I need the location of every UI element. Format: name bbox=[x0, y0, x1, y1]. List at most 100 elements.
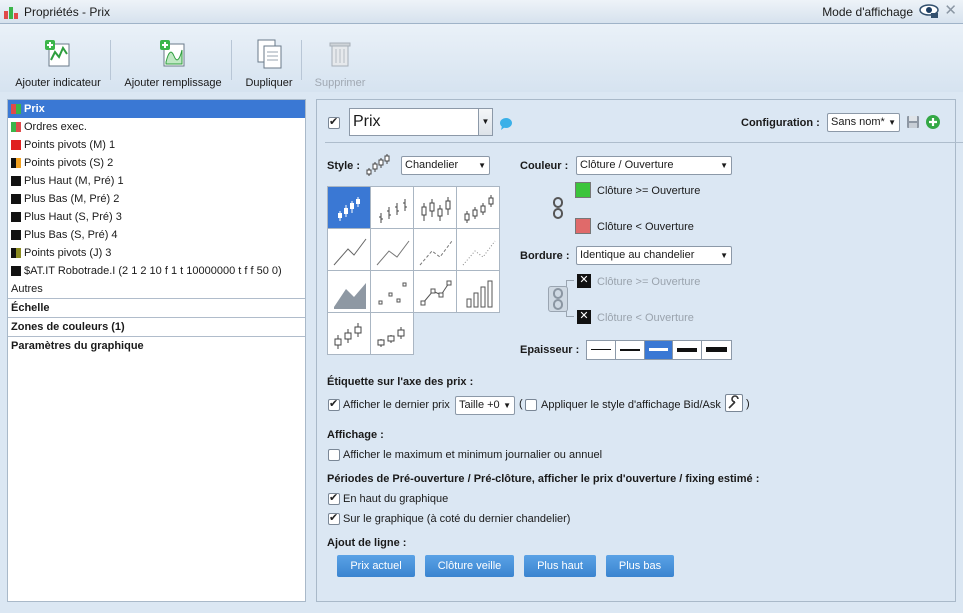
style-select[interactable]: Chandelier ▼ bbox=[401, 156, 490, 175]
chevron-down-icon: ▼ bbox=[888, 118, 896, 127]
list-item[interactable]: Ordres exec. bbox=[8, 118, 305, 136]
thickness-option-5[interactable] bbox=[702, 341, 731, 359]
border-up-label: Clôture >= Ouverture bbox=[597, 276, 701, 288]
border-down-label: Clôture < Ouverture bbox=[597, 312, 694, 324]
on-chart-checkbox[interactable] bbox=[328, 511, 340, 525]
list-item-label: Plus Bas (M, Pré) 2 bbox=[24, 193, 120, 205]
series-name-field[interactable]: Prix ▼ bbox=[349, 108, 493, 136]
toolbar-separator bbox=[110, 40, 111, 80]
line-thin-icon bbox=[376, 240, 410, 266]
thickness-selector bbox=[586, 340, 732, 360]
chevron-down-icon[interactable]: ▼ bbox=[478, 109, 492, 135]
close-icon[interactable]: ✕ bbox=[944, 3, 957, 19]
delete-button[interactable]: Supprimer bbox=[313, 38, 367, 89]
style-option-line-dotted[interactable] bbox=[456, 228, 500, 271]
style-option-line[interactable] bbox=[327, 228, 371, 271]
top-of-chart-checkbox[interactable] bbox=[328, 491, 340, 505]
add-fill-button[interactable]: Ajouter remplissage bbox=[124, 38, 222, 89]
section-chart-settings[interactable]: Paramètres du graphique bbox=[8, 336, 305, 355]
list-item[interactable]: Prix bbox=[8, 100, 305, 118]
couleur-select[interactable]: Clôture / Ouverture ▼ bbox=[576, 156, 732, 175]
affichage-heading: Affichage : bbox=[327, 429, 384, 441]
list-item[interactable]: Points pivots (M) 1 bbox=[8, 136, 305, 154]
trash-icon bbox=[329, 42, 351, 67]
candles-trend-icon bbox=[464, 195, 494, 223]
eye-icon[interactable] bbox=[919, 3, 939, 19]
chevron-down-icon: ▼ bbox=[503, 401, 511, 410]
section-color-zones[interactable]: Zones de couleurs (1) bbox=[8, 317, 305, 336]
thickness-option-3[interactable] bbox=[644, 341, 674, 359]
style-option-candles-trend[interactable] bbox=[456, 186, 500, 229]
add-indicator-button[interactable]: Ajouter indicateur bbox=[14, 38, 102, 89]
link-chain-disabled-icon[interactable] bbox=[548, 286, 568, 312]
duplicate-button[interactable]: Dupliquer bbox=[244, 38, 294, 89]
link-chain-icon[interactable] bbox=[553, 197, 563, 219]
thickness-option-4[interactable] bbox=[673, 341, 703, 359]
list-item[interactable]: Plus Haut (S, Pré) 3 bbox=[8, 208, 305, 226]
save-icon[interactable] bbox=[906, 115, 920, 129]
list-item[interactable]: Points pivots (J) 3 bbox=[8, 244, 305, 262]
bidask-checkbox[interactable] bbox=[525, 399, 537, 411]
add-line-high-button[interactable]: Plus haut bbox=[524, 555, 596, 577]
list-item[interactable]: Plus Haut (M, Pré) 1 bbox=[8, 172, 305, 190]
size-select[interactable]: Taille +0 ▼ bbox=[455, 396, 515, 415]
series-visible-checkbox[interactable] bbox=[328, 115, 340, 129]
style-option-candles-filled[interactable] bbox=[327, 186, 371, 229]
list-item[interactable]: Plus Bas (S, Pré) 4 bbox=[8, 226, 305, 244]
bordure-select[interactable]: Identique au chandelier ▼ bbox=[576, 246, 732, 265]
add-line-prev-close-button[interactable]: Clôture veille bbox=[425, 555, 514, 577]
line-icon bbox=[333, 238, 367, 266]
style-option-line-thin[interactable] bbox=[370, 228, 414, 271]
add-indicator-label: Ajouter indicateur bbox=[15, 77, 101, 89]
series-color-swatch bbox=[11, 212, 21, 222]
candlestick-app-icon bbox=[4, 5, 20, 19]
configuration-value: Sans nom* bbox=[831, 116, 885, 128]
style-option-candles-hollow[interactable] bbox=[413, 186, 457, 229]
series-color-swatch bbox=[11, 176, 21, 186]
ohlc-bars-icon bbox=[379, 199, 407, 223]
style-option-scatter[interactable] bbox=[370, 270, 414, 313]
chat-bubble-icon[interactable] bbox=[499, 117, 513, 130]
color-down-label: Clôture < Ouverture bbox=[597, 221, 694, 233]
list-item-label: $AT.IT Robotrade.I (2 1 2 10 f 1 t 10000… bbox=[24, 265, 282, 277]
list-item[interactable]: Points pivots (S) 2 bbox=[8, 154, 305, 172]
list-item[interactable]: Plus Bas (M, Pré) 2 bbox=[8, 190, 305, 208]
show-minmax-label: Afficher le maximum et minimum journalie… bbox=[343, 449, 603, 461]
color-up-swatch[interactable] bbox=[575, 182, 591, 198]
series-color-swatch bbox=[11, 266, 21, 276]
series-color-swatch bbox=[11, 122, 21, 132]
add-line-current-price-button[interactable]: Prix actuel bbox=[337, 555, 415, 577]
list-item-label: Prix bbox=[24, 103, 45, 115]
series-list-panel: Prix Ordres exec. Points pivots (M) 1 Point… bbox=[7, 99, 306, 602]
style-option-bars[interactable] bbox=[370, 186, 414, 229]
thickness-option-1[interactable] bbox=[587, 341, 616, 359]
divider bbox=[325, 142, 963, 143]
list-item[interactable]: $AT.IT Robotrade.I (2 1 2 10 f 1 t 10000… bbox=[8, 262, 305, 280]
border-down-none-swatch[interactable]: ✕ bbox=[577, 310, 591, 324]
style-option-line-dashed[interactable] bbox=[413, 228, 457, 271]
show-minmax-checkbox[interactable] bbox=[328, 449, 340, 461]
configuration-label: Configuration : bbox=[741, 117, 820, 129]
border-up-none-swatch[interactable]: ✕ bbox=[577, 274, 591, 288]
style-option-histogram[interactable] bbox=[456, 270, 500, 313]
add-line-heading: Ajout de ligne : bbox=[327, 537, 407, 549]
color-down-swatch[interactable] bbox=[575, 218, 591, 234]
style-option-candles-wide[interactable] bbox=[327, 312, 371, 355]
thickness-option-2[interactable] bbox=[616, 341, 645, 359]
add-config-icon[interactable] bbox=[925, 114, 941, 130]
list-item-label: Plus Haut (M, Pré) 1 bbox=[24, 175, 124, 187]
display-mode-label[interactable]: Mode d'affichage bbox=[822, 5, 913, 19]
add-fill-label: Ajouter remplissage bbox=[124, 77, 222, 89]
list-item-autres[interactable]: Autres bbox=[8, 280, 305, 298]
style-option-line-markers[interactable] bbox=[413, 270, 457, 313]
style-option-area[interactable] bbox=[327, 270, 371, 313]
section-echelle[interactable]: Échelle bbox=[8, 298, 305, 317]
chevron-down-icon: ▼ bbox=[478, 161, 486, 170]
toolbar: Ajouter indicateur Ajouter remplissage D… bbox=[0, 24, 963, 92]
wrench-button[interactable] bbox=[725, 394, 743, 412]
style-option-heikin[interactable] bbox=[370, 312, 414, 355]
configuration-select[interactable]: Sans nom* ▼ bbox=[827, 113, 900, 132]
show-last-price-checkbox[interactable] bbox=[328, 397, 340, 411]
add-line-low-button[interactable]: Plus bas bbox=[606, 555, 674, 577]
show-last-price-label: Afficher le dernier prix bbox=[343, 399, 450, 411]
